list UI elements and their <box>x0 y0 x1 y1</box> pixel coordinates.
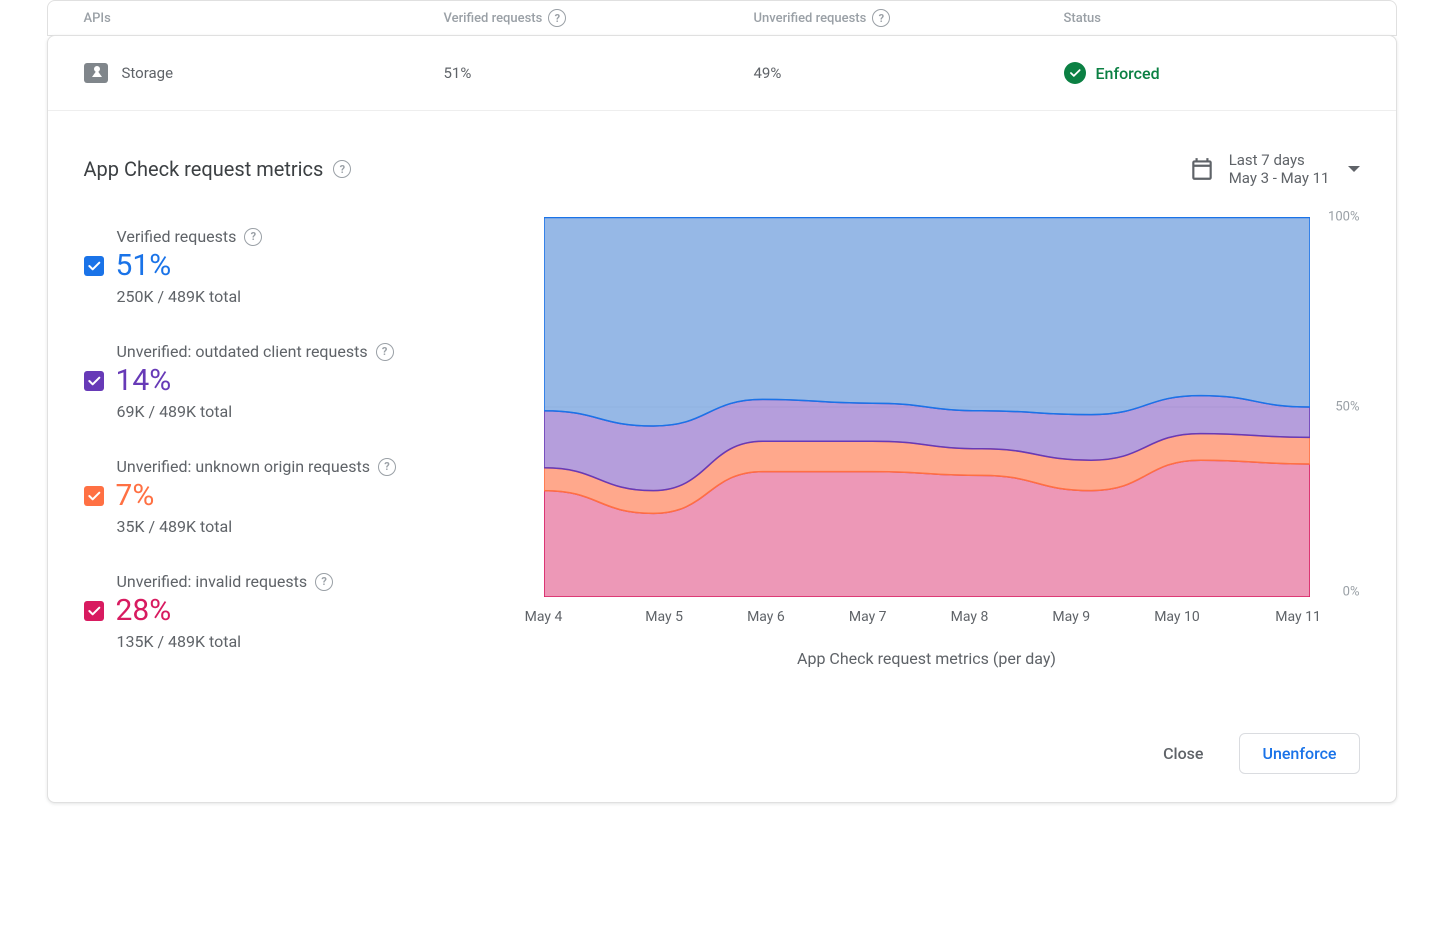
help-icon[interactable] <box>548 9 566 27</box>
y-tick: 100% <box>1328 210 1359 225</box>
unenforce-button[interactable]: Unenforce <box>1239 733 1359 774</box>
help-icon[interactable] <box>315 573 333 591</box>
legend-percent: 28% <box>116 593 172 628</box>
service-verified-pct: 51% <box>444 64 754 82</box>
x-tick: May 8 <box>951 609 989 625</box>
metrics-title: App Check request metrics <box>84 157 352 181</box>
x-tick: May 6 <box>747 609 785 625</box>
col-verified: Verified requests <box>444 9 754 27</box>
service-card: Storage 51% 49% Enforced App Check reque… <box>47 35 1397 803</box>
legend-checkbox-unknown[interactable] <box>84 486 104 506</box>
close-button[interactable]: Close <box>1151 736 1215 771</box>
chevron-down-icon <box>1348 166 1360 172</box>
calendar-icon <box>1189 156 1215 182</box>
col-unverified: Unverified requests <box>754 9 1064 27</box>
x-tick: May 10 <box>1154 609 1200 625</box>
legend-sub: 250K / 489K total <box>117 287 514 306</box>
legend-percent: 14% <box>116 363 172 398</box>
x-tick: May 4 <box>525 609 563 625</box>
storage-icon <box>84 63 108 83</box>
service-unverified-pct: 49% <box>754 64 1064 82</box>
chart-area: 100% 50% 0% May 4May 5May 6May 7May 8May… <box>544 217 1360 687</box>
legend-checkbox-outdated[interactable] <box>84 371 104 391</box>
date-range-picker[interactable]: Last 7 days May 3 - May 11 <box>1189 151 1360 187</box>
service-name-cell: Storage <box>84 63 444 83</box>
help-icon[interactable] <box>376 343 394 361</box>
service-row-storage[interactable]: Storage 51% 49% Enforced <box>48 36 1396 111</box>
col-apis: APIs <box>84 11 444 26</box>
service-name: Storage <box>122 64 174 82</box>
x-axis: May 4May 5May 6May 7May 8May 9May 10May … <box>544 609 1310 625</box>
legend-checkbox-invalid[interactable] <box>84 601 104 621</box>
x-tick: May 11 <box>1275 609 1321 625</box>
x-tick: May 9 <box>1052 609 1090 625</box>
legend-item-unknown: Unverified: unknown origin requests 7% 3… <box>84 457 514 536</box>
help-icon[interactable] <box>333 160 351 178</box>
check-circle-icon <box>1064 62 1086 84</box>
legend-sub: 69K / 489K total <box>117 402 514 421</box>
legend-column: Verified requests 51% 250K / 489K total … <box>84 217 514 687</box>
col-status: Status <box>1064 11 1360 26</box>
service-status: Enforced <box>1064 62 1360 84</box>
help-icon[interactable] <box>244 228 262 246</box>
y-tick: 50% <box>1335 400 1359 415</box>
legend-item-verified: Verified requests 51% 250K / 489K total <box>84 227 514 306</box>
date-range: May 3 - May 11 <box>1229 169 1330 187</box>
table-header: APIs Verified requests Unverified reques… <box>47 0 1397 36</box>
legend-checkbox-verified[interactable] <box>84 256 104 276</box>
legend-percent: 7% <box>116 478 155 513</box>
legend-item-invalid: Unverified: invalid requests 28% 135K / … <box>84 572 514 651</box>
legend-sub: 35K / 489K total <box>117 517 514 536</box>
y-tick: 0% <box>1343 585 1360 600</box>
date-label: Last 7 days <box>1229 151 1330 169</box>
help-icon[interactable] <box>872 9 890 27</box>
legend-percent: 51% <box>116 248 172 283</box>
help-icon[interactable] <box>378 458 396 476</box>
legend-sub: 135K / 489K total <box>117 632 514 651</box>
x-tick: May 7 <box>849 609 887 625</box>
stacked-area-chart <box>544 217 1310 597</box>
x-tick: May 5 <box>645 609 683 625</box>
legend-item-outdated: Unverified: outdated client requests 14%… <box>84 342 514 421</box>
chart-caption: App Check request metrics (per day) <box>544 649 1310 668</box>
